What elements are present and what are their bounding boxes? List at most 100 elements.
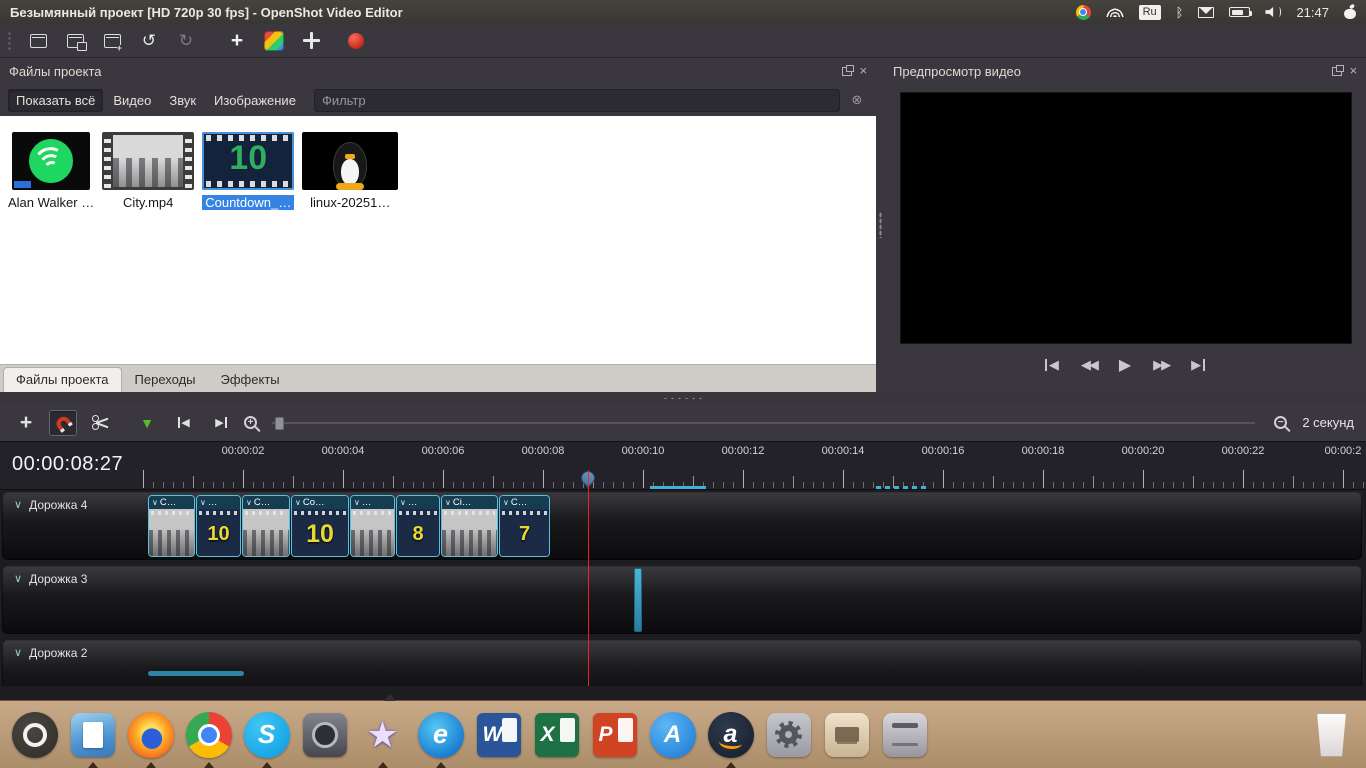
dock-skype-icon[interactable]: S xyxy=(241,709,292,760)
float-panel-icon[interactable] xyxy=(842,67,852,76)
undo-button[interactable] xyxy=(134,27,164,55)
zoom-in-icon[interactable]: + xyxy=(244,416,257,429)
filter-audio-button[interactable]: Звук xyxy=(161,89,204,112)
close-panel-icon[interactable] xyxy=(859,66,867,76)
volume-icon[interactable] xyxy=(1265,7,1281,18)
save-project-button[interactable] xyxy=(97,27,127,55)
clear-filter-icon[interactable]: ⊗ xyxy=(846,90,868,110)
jump-to-start-button[interactable] xyxy=(1045,357,1059,373)
vertical-splitter[interactable] xyxy=(876,58,884,392)
tab-effects[interactable]: Эффекты xyxy=(209,368,292,392)
ruler-strip[interactable]: 00:00:02 00:00:04 00:00:06 00:00:08 00:0… xyxy=(143,442,1366,489)
track-3-label[interactable]: Дорожка 3 xyxy=(14,572,87,586)
apple-menu-icon[interactable] xyxy=(1344,5,1356,19)
toolbar-drag-handle[interactable] xyxy=(7,31,12,51)
filter-image-button[interactable]: Изображение xyxy=(206,89,304,112)
dock-files-icon[interactable] xyxy=(67,709,118,760)
clock[interactable]: 21:47 xyxy=(1296,5,1329,20)
timeline-clip-countdown[interactable]: Co… 10 xyxy=(291,495,349,557)
file-name-selected: Countdown_… xyxy=(202,195,294,210)
bottom-tabs: Файлы проекта Переходы Эффекты xyxy=(0,364,876,392)
keyboard-layout-indicator[interactable]: Ru xyxy=(1139,5,1161,20)
dock-archive-icon[interactable] xyxy=(879,709,930,760)
choose-profile-button[interactable] xyxy=(259,27,289,55)
countdown-number: 10 xyxy=(229,139,267,178)
dock-screenshot-icon[interactable] xyxy=(299,709,350,760)
import-files-button[interactable] xyxy=(222,27,252,55)
timeline-clip-countdown[interactable]: … 8 xyxy=(396,495,440,557)
dock-ubuntu-icon[interactable] xyxy=(9,709,60,760)
timeline-clip-city[interactable]: Ci… xyxy=(441,495,498,557)
snapping-toggle-button[interactable] xyxy=(49,410,77,436)
dock-system-preferences-icon[interactable] xyxy=(763,709,814,760)
close-panel-icon[interactable] xyxy=(1349,66,1357,76)
chevron-down-icon xyxy=(445,499,451,507)
timeline-clip-city[interactable]: C… xyxy=(148,495,195,557)
ruler-label: 00:00:02 xyxy=(222,445,265,457)
chevron-down-icon xyxy=(152,499,158,507)
add-track-button[interactable] xyxy=(12,410,40,436)
zoom-slider-handle[interactable] xyxy=(275,417,284,430)
dock-trash-icon[interactable] xyxy=(1306,709,1357,760)
filter-video-button[interactable]: Видео xyxy=(105,89,159,112)
dock-chrome-icon[interactable] xyxy=(183,709,234,760)
filter-input[interactable] xyxy=(314,89,840,112)
battery-icon[interactable] xyxy=(1229,7,1250,17)
dock-word-icon[interactable]: W xyxy=(473,709,524,760)
fast-forward-button[interactable] xyxy=(1153,357,1169,373)
file-item-image[interactable]: linux-20251… xyxy=(302,132,398,210)
file-item-video[interactable]: City.mp4 xyxy=(102,132,194,210)
horizontal-splitter[interactable] xyxy=(0,392,1366,404)
timeline-ruler[interactable]: 00:00:08:27 00:00:02 00:00:04 00:00:06 0… xyxy=(0,442,1366,490)
export-video-button[interactable] xyxy=(341,27,371,55)
play-button[interactable] xyxy=(1119,355,1131,375)
timeline-scroll-bar[interactable] xyxy=(148,671,244,676)
track-2-label[interactable]: Дорожка 2 xyxy=(14,646,87,660)
timeline-clip-city[interactable]: … xyxy=(350,495,395,557)
open-project-button[interactable] xyxy=(60,27,90,55)
previous-marker-button[interactable] xyxy=(170,410,198,436)
wifi-icon[interactable] xyxy=(1106,7,1124,17)
dock-firefox-icon[interactable] xyxy=(125,709,176,760)
dock-amazon-icon[interactable]: a xyxy=(705,709,756,760)
video-preview-header: Предпросмотр видео xyxy=(884,58,1366,84)
dock-star-app-icon[interactable] xyxy=(357,709,408,760)
track-4-label[interactable]: Дорожка 4 xyxy=(14,498,87,512)
chrome-tray-icon[interactable] xyxy=(1076,5,1091,20)
bluetooth-icon[interactable] xyxy=(1176,6,1184,19)
new-project-button[interactable] xyxy=(23,27,53,55)
dock-excel-icon[interactable]: X xyxy=(531,709,582,760)
zoom-slider[interactable] xyxy=(272,413,1255,433)
tab-transitions[interactable]: Переходы xyxy=(123,368,208,392)
timeline-clip-thin[interactable] xyxy=(634,568,642,632)
timeline-clip-city[interactable]: C… xyxy=(242,495,290,557)
razor-tool-button[interactable] xyxy=(86,410,114,436)
magnet-icon xyxy=(54,413,72,431)
project-files-header: Файлы проекта xyxy=(0,58,876,84)
openshot-window: Безымянный проект [HD 720p 30 fps] - Ope… xyxy=(0,0,1366,768)
dock-icons: S e W X P A a xyxy=(9,709,930,760)
file-item-video-selected[interactable]: 10 Countdown_… xyxy=(202,132,294,210)
float-panel-icon[interactable] xyxy=(1332,67,1342,76)
add-marker-button[interactable] xyxy=(133,410,161,436)
ruler-label: 00:00:10 xyxy=(622,445,665,457)
fullscreen-button[interactable] xyxy=(296,27,326,55)
dock-utility-icon[interactable] xyxy=(821,709,872,760)
tab-project-files[interactable]: Файлы проекта xyxy=(3,367,122,392)
timeline-clip-countdown[interactable]: … 10 xyxy=(196,495,241,557)
dock-powerpoint-icon[interactable]: P xyxy=(589,709,640,760)
chevron-down-icon xyxy=(503,499,509,507)
file-item-audio[interactable]: Alan Walker … xyxy=(8,132,94,210)
timeline-clip-countdown[interactable]: C… 7 xyxy=(499,495,550,557)
filter-show-all-button[interactable]: Показать всё xyxy=(8,89,103,112)
rewind-button[interactable] xyxy=(1081,357,1097,373)
playhead-line[interactable] xyxy=(588,470,589,686)
jump-to-end-button[interactable] xyxy=(1191,357,1205,373)
next-marker-button[interactable] xyxy=(207,410,235,436)
redo-button[interactable] xyxy=(171,27,201,55)
mail-icon[interactable] xyxy=(1198,7,1214,18)
zoom-out-icon[interactable]: − xyxy=(1274,416,1287,429)
dock-app-store-icon[interactable]: A xyxy=(647,709,698,760)
ruler-label: 00:00:16 xyxy=(922,445,965,457)
dock-edge-icon[interactable]: e xyxy=(415,709,466,760)
